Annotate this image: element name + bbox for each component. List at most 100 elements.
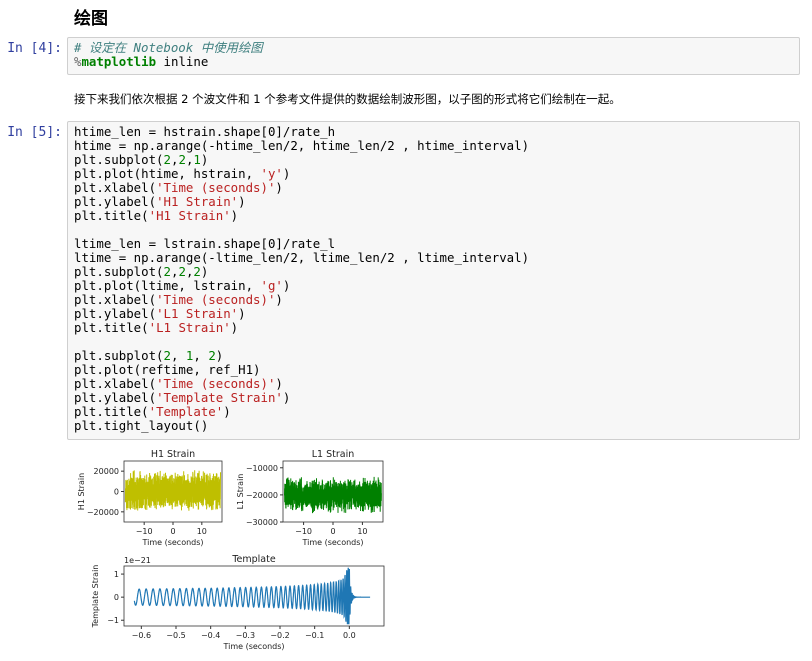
code-token: plt.tight_layout() (74, 418, 209, 433)
x-tick-label: −10 (136, 527, 153, 536)
y-tick-label: 1 (114, 570, 119, 579)
chart-title: H1 Strain (151, 449, 195, 460)
code-line: plt.xlabel('Time (seconds)') (74, 377, 793, 391)
data-series-0 (124, 470, 221, 511)
code-token: 'H1 Strain' (148, 208, 231, 223)
data-series-2 (133, 567, 371, 625)
code-line: plt.subplot(2,2,1) (74, 153, 793, 167)
code-token: 2 (163, 348, 171, 363)
code-token: ) (200, 264, 209, 279)
y-axis-label: L1 Strain (236, 474, 245, 510)
code-token: 2 (208, 348, 216, 363)
code-token: 'Time (seconds)' (156, 180, 276, 195)
code-token: plt.subplot( (74, 264, 164, 279)
y-tick-label: 0 (114, 593, 119, 602)
code-token: ) (215, 348, 224, 363)
code-line: htime_len = hstrain.shape[0]/rate_h (74, 125, 793, 139)
axis-offset-label: 1e−21 (124, 556, 151, 565)
code-editor[interactable]: # 设定在 Notebook 中使用绘图 %matplotlib inline (74, 41, 793, 69)
code-line: plt.subplot(2, 1, 2) (74, 349, 793, 363)
code-token: ) (282, 166, 291, 181)
code-token: plt.title( (74, 208, 149, 223)
code-token: 2 (193, 264, 201, 279)
code-line: plt.ylabel('Template Strain') (74, 391, 793, 405)
x-tick-label: 0.0 (343, 631, 356, 640)
code-line: ltime_len = lstrain.shape[0]/rate_l (74, 237, 793, 251)
code-token: 'g' (260, 278, 283, 293)
x-tick-label: 10 (197, 527, 207, 536)
y-tick-label: 0 (114, 488, 119, 497)
x-tick-label: −10 (295, 527, 312, 536)
code-token: ltime = np.arange(-ltime_len/2, ltime_le… (74, 250, 530, 265)
cell-prompt: In [4]: (7, 41, 62, 56)
code-token: 2 (163, 152, 171, 167)
code-token: plt.subplot( (74, 152, 164, 167)
code-token: plt.plot(ltime, lstrain, (74, 278, 261, 293)
x-tick-label: −0.2 (270, 631, 289, 640)
code-token: 2 (163, 264, 171, 279)
code-line: plt.ylabel('H1 Strain') (74, 195, 793, 209)
markdown-text: 接下来我们依次根据 2 个波文件和 1 个参考文件提供的数据绘制波形图，以子图的… (74, 92, 621, 106)
y-tick-label: −10000 (246, 464, 278, 473)
x-tick-label: 0 (170, 527, 175, 536)
code-token: 'Time (seconds)' (156, 292, 276, 307)
code-token: , (193, 348, 209, 363)
code-token: plt.subplot( (74, 348, 164, 363)
code-token: matplotlib (81, 54, 157, 69)
code-token: plt.xlabel( (74, 180, 157, 195)
y-tick-label: −20000 (87, 508, 119, 517)
code-token: 'y' (260, 166, 283, 181)
data-series-1 (284, 476, 382, 514)
chart-title: L1 Strain (312, 449, 355, 460)
code-token: ) (230, 320, 239, 335)
code-line: ​ (74, 223, 793, 237)
code-token: plt.title( (74, 320, 149, 335)
chart-title: Template (231, 554, 276, 565)
code-line: plt.xlabel('Time (seconds)') (74, 293, 793, 307)
code-token: ) (275, 376, 283, 391)
x-tick-label: 0 (330, 527, 335, 536)
code-line: htime = np.arange(-htime_len/2, htime_le… (74, 139, 793, 153)
code-token: plt.ylabel( (74, 390, 157, 405)
x-tick-label: −0.3 (236, 631, 255, 640)
code-token: plt.ylabel( (74, 194, 157, 209)
code-editor[interactable]: htime_len = hstrain.shape[0]/rate_h htime… (74, 125, 793, 433)
y-tick-label: −1 (107, 616, 119, 625)
code-cell-4[interactable]: # 设定在 Notebook 中使用绘图 %matplotlib inline (67, 37, 800, 75)
cell-prompt: In [5]: (7, 125, 62, 140)
code-line: %matplotlib inline (74, 55, 793, 69)
code-cell-5[interactable]: htime_len = hstrain.shape[0]/rate_h htime… (67, 121, 800, 440)
code-token: ) (238, 194, 246, 209)
x-axis-label: Time (seconds) (141, 538, 203, 547)
code-line: plt.tight_layout() (74, 419, 793, 433)
code-token: ) (223, 404, 231, 419)
code-token: htime = np.arange(-htime_len/2, htime_le… (74, 138, 530, 153)
code-token: plt.plot(reftime, ref_H1) (74, 362, 261, 377)
code-token: # 设定在 Notebook 中使用绘图 (74, 40, 263, 55)
code-token: inline (156, 54, 209, 69)
section-heading: 绘图 (74, 9, 108, 29)
code-line: plt.subplot(2,2,2) (74, 265, 793, 279)
code-token: 'Template Strain' (156, 390, 283, 405)
y-tick-label: −20000 (246, 491, 278, 500)
x-tick-label: −0.1 (305, 631, 324, 640)
code-line: plt.title('L1 Strain') (74, 321, 793, 335)
code-line: ​ (74, 335, 793, 349)
code-line: ltime = np.arange(-ltime_len/2, ltime_le… (74, 251, 793, 265)
y-axis-label: Template Strain (91, 565, 100, 629)
code-token: 'H1 Strain' (156, 194, 239, 209)
code-token: ltime_len = lstrain.shape[0]/rate_l (74, 236, 336, 251)
code-token: 2 (178, 152, 186, 167)
code-token: 'L1 Strain' (156, 306, 239, 321)
code-token: plt.xlabel( (74, 376, 157, 391)
y-tick-label: 20000 (94, 467, 119, 476)
code-line: plt.title('H1 Strain') (74, 209, 793, 223)
code-token: 2 (178, 264, 186, 279)
code-token: ) (275, 292, 283, 307)
code-token: , (171, 348, 186, 363)
y-axis-label: H1 Strain (77, 473, 86, 510)
x-tick-label: −0.5 (166, 631, 185, 640)
x-tick-label: −0.4 (201, 631, 220, 640)
code-line: plt.ylabel('L1 Strain') (74, 307, 793, 321)
x-axis-label: Time (seconds) (301, 538, 363, 547)
